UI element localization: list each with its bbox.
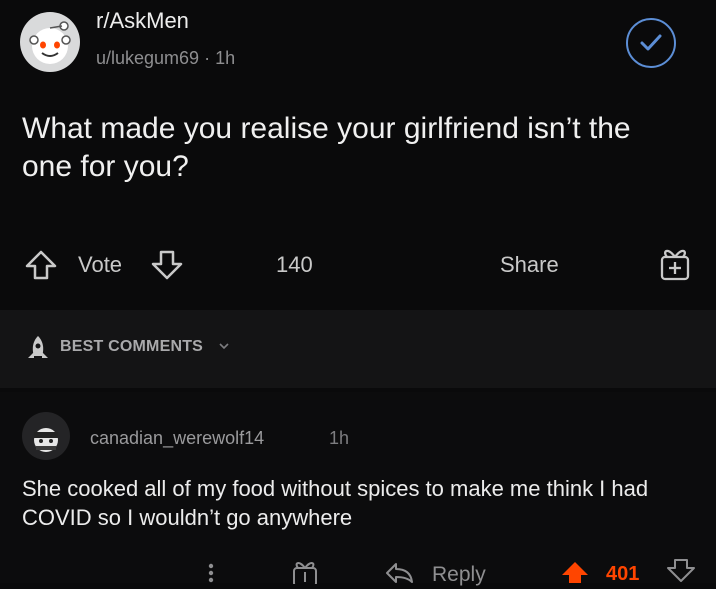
- sort-dropdown[interactable]: BEST COMMENTS: [60, 338, 230, 356]
- upvote-icon[interactable]: [24, 248, 58, 287]
- check-circle-icon[interactable]: [626, 18, 676, 68]
- award-icon[interactable]: [658, 246, 692, 287]
- comment-count[interactable]: 140: [276, 252, 313, 278]
- downvote-icon[interactable]: [666, 558, 696, 588]
- subreddit-avatar[interactable]: [20, 12, 80, 72]
- comment-body: She cooked all of my food without spices…: [22, 476, 649, 530]
- post-author[interactable]: u/lukegum69: [96, 48, 199, 68]
- award-icon[interactable]: [290, 560, 320, 589]
- reply-icon[interactable]: [384, 561, 414, 588]
- commenter-avatar[interactable]: [22, 412, 70, 460]
- post-title[interactable]: What made you realise your girlfriend is…: [22, 110, 682, 186]
- subreddit-name[interactable]: r/AskMen: [96, 8, 189, 34]
- post-age: 1h: [215, 48, 236, 68]
- rocket-icon: [24, 334, 52, 369]
- meta-dot: ·: [204, 48, 216, 68]
- chevron-down-icon: [218, 338, 230, 355]
- downvote-icon[interactable]: [150, 248, 184, 287]
- share-button[interactable]: Share: [500, 252, 559, 278]
- post-card: r/AskMen u/lukegum69 · 1h What made you …: [0, 0, 716, 310]
- post-actions-bar: Vote 140 Share: [0, 240, 716, 290]
- comment-username[interactable]: canadian_werewolf14: [90, 428, 264, 449]
- comment-age: 1h: [329, 428, 350, 448]
- vote-label: Vote: [78, 252, 123, 277]
- post-meta: u/lukegum69 · 1h: [96, 48, 235, 69]
- reply-button[interactable]: Reply: [432, 563, 486, 587]
- more-icon[interactable]: [207, 562, 215, 588]
- sort-label: BEST COMMENTS: [60, 338, 204, 355]
- upvote-icon[interactable]: [560, 560, 590, 588]
